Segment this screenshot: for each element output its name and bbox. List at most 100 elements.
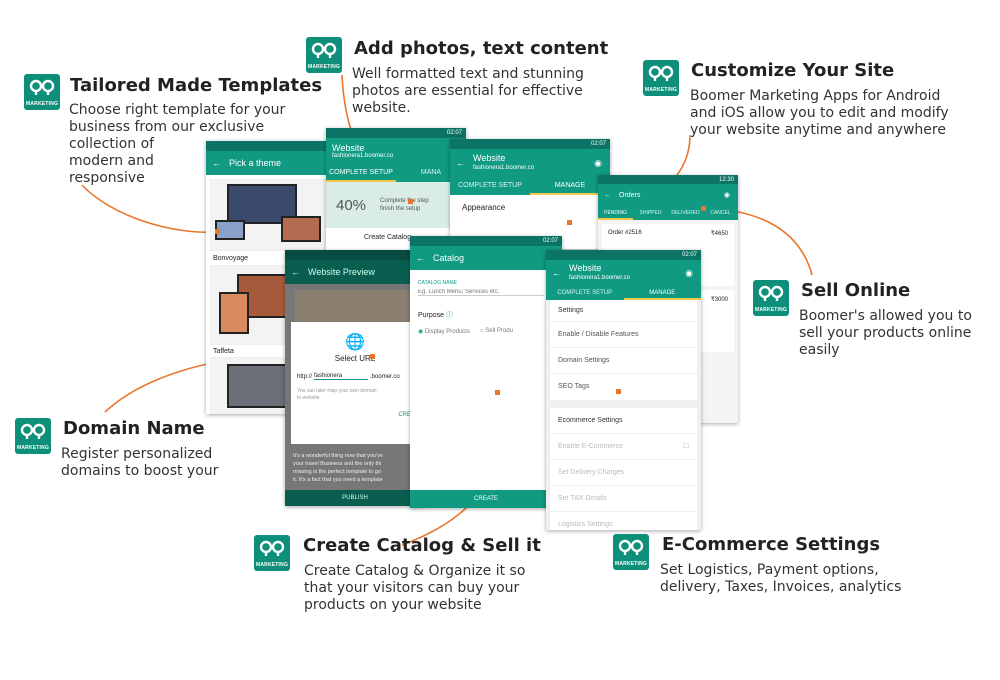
connector-dot [567,220,572,225]
url-input[interactable]: fashionera [314,373,369,380]
url-suffix: .boomer.co [370,374,400,380]
purpose-label: Purpose ⓘ [418,312,454,319]
feature-desc-templates: Choose right template for your business f… [69,102,286,186]
feature-title-templates: Tailored Made Templates [70,75,323,96]
app-bar: Website fashionera1.boomer.co [326,138,466,164]
screen-subtitle: fashionera1.boomer.co [569,275,631,281]
marketing-logo-icon: MARKETING [24,74,60,110]
back-arrow-icon[interactable]: ← [416,253,425,263]
connector-dot [408,199,413,204]
marketing-logo-icon: MARKETING [613,534,649,570]
theme-name: Taffeta [213,348,234,355]
tab-pending[interactable]: PENDING [598,206,633,220]
feature-title-catalog: Create Catalog & Sell it [303,535,541,556]
catalog-screen: 02:07 ← Catalog CATALOG NAME Purpose ⓘ ◉… [410,236,562,508]
progress-text: Complete the step finish the setup [380,198,429,212]
tab-complete-setup[interactable]: COMPLETE SETUP [546,286,624,300]
progress-value: 40% [336,196,367,214]
publish-button[interactable]: PUBLISH [285,490,425,506]
theme-preview-image [219,292,249,334]
globe-icon: 🌐 [345,334,365,351]
purpose-options: ◉ Display Products ○ Sell Produ [418,328,554,335]
checkbox-icon[interactable]: ☐ [683,434,689,459]
ecommerce-item-tax[interactable]: Set TAX Details [550,486,697,512]
appearance-item[interactable]: Appearance [450,195,610,220]
app-bar: ← Orders ◉ [598,184,738,206]
feature-desc-customize: Boomer Marketing Apps for Android and iOS… [690,88,949,138]
radio-empty-icon: ○ [479,328,484,334]
feature-title-ecommerce: E-Commerce Settings [662,534,881,555]
settings-item-features[interactable]: Enable / Disable Features [550,322,697,348]
ecommerce-header: Ecommerce Settings [550,408,697,434]
settings-screen: 02:07 ← Website fashionera1.boomer.co ◉ C… [546,250,701,530]
screen-title: Catalog [433,253,465,263]
status-bar: 02:07 [450,139,610,149]
order-amount: ₹4650 [710,231,728,237]
feature-desc-catalog: Create Catalog & Organize it so that your… [304,563,526,613]
website-preview-screen: ← Website Preview 🌐 Select URL http:// f… [285,250,425,506]
marketing-logo-icon: MARKETING [15,418,51,454]
create-url-button[interactable]: CREA [295,412,415,418]
app-bar: ← Website fashionera1.boomer.co ◉ [546,260,701,286]
tab-manage[interactable]: MANAGE [623,286,701,300]
screen-subtitle: fashionera1.boomer.co [332,153,394,159]
marketing-logo-icon: MARKETING [254,535,290,571]
catalog-name-input[interactable] [418,289,544,296]
feature-title-photos: Add photos, text content [354,38,609,59]
connector-templates [81,184,219,234]
dialog-note: You can later map your own domain to webs… [297,388,377,401]
eye-icon[interactable]: ◉ [685,268,693,279]
ecommerce-item-logistics[interactable]: Logistics Settings [550,512,697,530]
settings-card: Settings Enable / Disable Features Domai… [550,300,697,400]
connector-dot [701,206,706,211]
status-bar: 02:07 [326,128,466,138]
screen-title: Orders [619,191,641,199]
marketing-logo-icon: MARKETING [643,60,679,96]
tab-complete-setup[interactable]: COMPLETE SETUP [450,177,530,195]
back-arrow-icon[interactable]: ← [456,158,465,168]
connector-dot [215,229,220,234]
settings-item-seo[interactable]: SEO Tags [550,374,697,400]
website-manage-screen: 02:07 ← Website fashionera1.boomer.co ◉ C… [450,139,610,249]
back-arrow-icon[interactable]: ← [291,267,300,277]
settings-item-domain[interactable]: Domain Settings [550,348,697,374]
feature-title-sell: Sell Online [801,280,911,301]
tab-bar: PENDING SHIPPED DELIVERED CANCEL [598,206,738,220]
theme-card-bonvoyage[interactable]: Bonvoyage [210,179,328,262]
ecommerce-item-delivery[interactable]: Set Delivery Charges [550,460,697,486]
marketing-logo-icon: MARKETING [306,37,342,73]
app-bar: ← Catalog [410,246,562,270]
radio-display-products[interactable]: ◉ Display Products [418,328,470,335]
create-catalog-button[interactable]: CREATE [410,490,562,508]
progress-card: 40% Complete the step finish the setup [326,182,466,228]
url-row: http:// fashionera .boomer.co [297,373,413,380]
tab-delivered[interactable]: DELIVERED [668,206,703,220]
eye-icon[interactable]: ◉ [594,158,602,169]
tab-shipped[interactable]: SHIPPED [633,206,668,220]
catalog-name-label: CATALOG NAME [418,280,457,286]
tab-bar: COMPLETE SETUP MANA [326,164,466,182]
feature-desc-sell: Boomer's allowed you to sell your product… [799,308,972,358]
preview-body-text: It's a wonderful thing now that you've yo… [293,453,383,483]
radio-sell-products[interactable]: ○ Sell Produ [480,328,513,335]
feature-desc-photos: Well formatted text and stunning photos a… [352,66,584,116]
tab-bar: COMPLETE SETUP MANAGE [546,286,701,300]
tab-bar: COMPLETE SETUP MANAGE [450,177,610,195]
app-bar: ← Website fashionera1.boomer.co ◉ [450,149,610,177]
status-bar: 02:07 [410,236,562,246]
feature-title-customize: Customize Your Site [691,60,895,81]
tab-complete-setup[interactable]: COMPLETE SETUP [326,164,396,182]
connector-dot [370,354,375,359]
tab-cancelled[interactable]: CANCEL [703,206,738,220]
marketing-logo-icon: MARKETING [753,280,789,316]
app-bar: ← Website Preview [285,260,425,284]
ecommerce-item-enable[interactable]: Enable E-Commerce ☐ [550,434,697,460]
back-arrow-icon[interactable]: ← [604,192,611,199]
screen-title: Website Preview [308,267,375,277]
screen-title: Website [473,153,506,163]
theme-name: Bonvoyage [213,255,249,262]
connector-dot [495,390,500,395]
order-amount: ₹3000 [710,297,728,303]
back-arrow-icon[interactable]: ← [552,268,561,278]
eye-icon[interactable]: ◉ [724,191,730,199]
